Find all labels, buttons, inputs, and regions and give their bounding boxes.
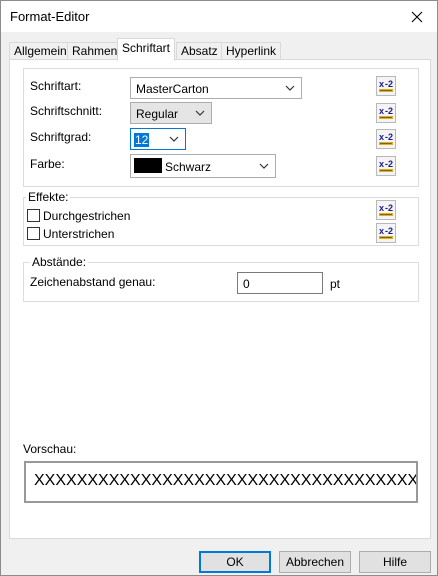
x2-reset-icon: x -2 [379, 132, 393, 145]
schriftschnitt-dropdown[interactable]: Regular [130, 102, 212, 124]
svg-text:-2: -2 [385, 226, 393, 236]
tab-absatz[interactable]: Absatz [176, 42, 223, 60]
cancel-button[interactable]: Abbrechen [279, 551, 351, 573]
svg-text:-2: -2 [385, 203, 393, 213]
schriftgrad-value: 12 [134, 133, 150, 147]
svg-text:x: x [379, 106, 384, 116]
schriftschnitt-value: Regular [136, 107, 179, 121]
close-icon [411, 11, 423, 22]
schriftgrad-dropdown[interactable]: 12 [130, 128, 186, 150]
unterstrichen-checkbox[interactable] [27, 227, 40, 240]
unterstrichen-reset-button[interactable]: x -2 [376, 223, 396, 243]
schriftart-value: MasterCarton [136, 82, 209, 96]
durchgestrichen-label: Durchgestrichen [43, 209, 131, 223]
preview-label: Vorschau: [23, 442, 77, 456]
ok-button[interactable]: OK [199, 551, 271, 573]
chevron-down-icon [259, 163, 269, 169]
title-bar: Format-Editor [1, 1, 437, 32]
tab-hyperlink[interactable]: Hyperlink [221, 42, 282, 60]
tab-allgemein[interactable]: Allgemein [9, 42, 72, 60]
x2-reset-icon: x -2 [379, 106, 393, 119]
effects-group-label: Effekte: [26, 190, 71, 204]
window-title: Format-Editor [10, 9, 90, 24]
svg-text:-2: -2 [385, 132, 393, 142]
schriftgrad-reset-button[interactable]: x -2 [376, 129, 396, 149]
chevron-down-icon [195, 110, 205, 116]
x2-reset-icon: x -2 [379, 203, 393, 216]
durchgestrichen-reset-button[interactable]: x -2 [376, 200, 396, 220]
svg-text:x: x [379, 226, 384, 236]
svg-text:x: x [379, 132, 384, 142]
spacing-group: Abstände: Zeichenabstand genau: 0 pt [23, 255, 419, 302]
color-swatch [134, 158, 162, 173]
tab-schriftart[interactable]: Schriftart [117, 38, 176, 61]
svg-text:x: x [379, 203, 384, 213]
close-button[interactable] [397, 1, 437, 32]
zeichenabstand-input[interactable]: 0 [237, 272, 323, 294]
farbe-label: Farbe: [30, 157, 65, 171]
zeichenabstand-label: Zeichenabstand genau: [30, 275, 156, 289]
x2-reset-icon: x -2 [379, 226, 393, 239]
chevron-down-icon [285, 85, 295, 91]
zeichenabstand-unit: pt [330, 277, 341, 291]
schriftart-reset-button[interactable]: x -2 [376, 76, 396, 96]
schriftart-panel: Schriftart: MasterCarton x -2 Schriftsch… [9, 59, 431, 539]
unterstrichen-label: Unterstrichen [43, 227, 115, 241]
spacing-group-label: Abstände: [30, 255, 89, 269]
preview-text: XXXXXXXXXXXXXXXXXXXXXXXXXXXXXXXXXXXXXXXX… [34, 472, 418, 489]
svg-text:-2: -2 [385, 79, 393, 89]
x2-reset-icon: x -2 [379, 159, 393, 172]
tab-bar: Allgemein Rahmen Schriftart Absatz Hyper… [1, 32, 437, 61]
farbe-value: Schwarz [165, 160, 212, 174]
svg-text:-2: -2 [385, 159, 393, 169]
schriftart-label: Schriftart: [30, 79, 82, 93]
schriftart-dropdown[interactable]: MasterCarton [130, 77, 302, 99]
svg-text:-2: -2 [385, 106, 393, 116]
schriftschnitt-reset-button[interactable]: x -2 [376, 103, 396, 123]
x2-reset-icon: x -2 [379, 79, 393, 92]
farbe-dropdown[interactable]: Schwarz [130, 154, 276, 178]
help-button[interactable]: Hilfe [359, 551, 431, 573]
format-editor-window: Format-Editor Allgemein Rahmen Schriftar… [0, 0, 438, 576]
effects-group: Effekte: Durchgestrichen Unterstrichen x… [23, 190, 419, 246]
chevron-down-icon [169, 136, 179, 142]
farbe-reset-button[interactable]: x -2 [376, 156, 396, 176]
font-group: Schriftart: MasterCarton x -2 Schriftsch… [23, 68, 419, 187]
preview-box: XXXXXXXXXXXXXXXXXXXXXXXXXXXXXXXXXXXXXXXX… [24, 461, 418, 503]
svg-text:x: x [379, 159, 384, 169]
durchgestrichen-checkbox[interactable] [27, 209, 40, 222]
schriftgrad-label: Schriftgrad: [30, 130, 92, 144]
schriftschnitt-label: Schriftschnitt: [30, 104, 103, 118]
zeichenabstand-value: 0 [243, 277, 250, 291]
svg-text:x: x [379, 79, 384, 89]
tab-rahmen[interactable]: Rahmen [67, 42, 123, 60]
